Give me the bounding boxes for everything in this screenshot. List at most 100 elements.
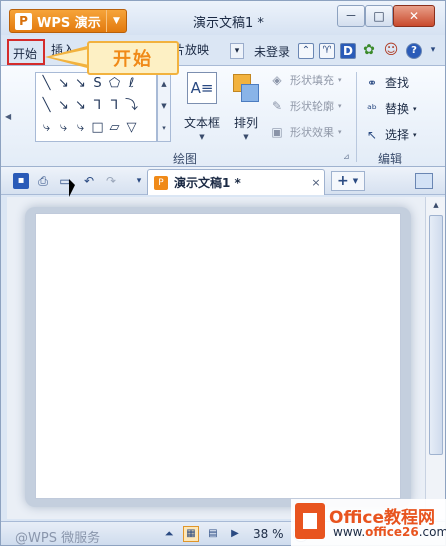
replace-button[interactable]: ᵃᵇ 替换 ▾ xyxy=(364,100,417,117)
application-window: P WPS 演示 ▼ 演示文稿1 * － □ ✕ 开始 插入 片放映 ▾ 未登录… xyxy=(0,0,446,546)
gallery-scroll[interactable]: ▲ ▼ ▾ xyxy=(157,72,171,142)
tab-home[interactable]: 开始 xyxy=(7,39,45,65)
quick-access-bar: ▪ ⎙ ▭ ↶ ↷ ▾ P 演示文稿1 * × + ▼ xyxy=(1,167,445,195)
shape-elbow-arrow-icon[interactable]: ⅂ xyxy=(106,95,123,117)
shape-curved-arrow-icon[interactable]: ⤷ xyxy=(55,117,72,139)
shape-empty-cell xyxy=(140,73,157,95)
app-name: WPS 演示 xyxy=(37,15,101,31)
print-icon[interactable]: ⎙ xyxy=(35,173,51,189)
tab-overflow-button[interactable]: ▾ xyxy=(230,43,244,59)
minimize-button[interactable]: － xyxy=(337,5,365,27)
new-tab-button[interactable]: + ▼ xyxy=(331,171,365,191)
slide-frame xyxy=(25,207,411,507)
office-logo-icon xyxy=(295,503,325,539)
shape-effect-button[interactable]: ▣ 形状效果 ▾ xyxy=(269,124,342,140)
paint-bucket-icon: ◈ xyxy=(272,73,282,87)
chevron-down-icon: ▾ xyxy=(413,130,417,139)
login-status[interactable]: 未登录 xyxy=(254,43,290,60)
shape-curved-double-arrow-icon[interactable]: ⤷ xyxy=(72,117,89,139)
arrange-label: 排列 xyxy=(233,116,258,130)
shape-line-icon[interactable]: ╲ xyxy=(38,73,55,95)
shapes-gallery[interactable]: ╲ ↘ ↘ S ⬠ ℓ ╲ ↘ ↘ ⅂ ⅂ ⤵ ⤷ ⤷ ⤷ □ ▱ ▽ xyxy=(35,72,157,142)
help-icon[interactable]: ? xyxy=(406,43,422,59)
brand-url-suffix: .com xyxy=(418,525,446,539)
user-icon[interactable]: ☺ xyxy=(383,43,399,59)
close-button[interactable]: ✕ xyxy=(393,5,435,27)
tutorial-callout: 开始 xyxy=(87,41,179,75)
cursor-arrow-icon: ↖ xyxy=(366,127,378,142)
dialog-launcher-icon[interactable]: ⊿ xyxy=(343,152,350,161)
brand-url-highlight: office26 xyxy=(365,525,419,539)
shape-empty-cell xyxy=(140,117,157,139)
normal-view-icon[interactable]: ▦ xyxy=(183,526,199,542)
shape-rectangle-icon[interactable]: □ xyxy=(89,117,106,139)
select-label: 选择 xyxy=(385,128,410,142)
undo-icon[interactable]: ↶ xyxy=(81,173,97,189)
shape-curved-connector-icon[interactable]: ⤷ xyxy=(38,117,55,139)
customize-toolbar-icon[interactable]: ▾ xyxy=(131,173,147,189)
scrollbar-thumb[interactable] xyxy=(429,215,443,455)
scroll-up-icon[interactable]: ▲ xyxy=(426,197,446,213)
scroll-up-icon[interactable]: ▲ xyxy=(158,73,170,95)
shape-line-icon[interactable]: ╲ xyxy=(38,95,55,117)
slide-canvas[interactable] xyxy=(35,213,401,499)
window-layout-icon[interactable] xyxy=(415,173,433,189)
shape-outline-label: 形状轮廓 xyxy=(290,100,334,113)
chevron-down-icon[interactable]: ▾ xyxy=(425,43,441,59)
scroll-down-icon[interactable]: ▼ xyxy=(158,95,170,117)
mouse-cursor-icon xyxy=(69,179,75,197)
select-button[interactable]: ↖ 选择 ▾ xyxy=(364,126,417,143)
brand-url: www.office26.com xyxy=(333,525,446,539)
shape-double-arrow-icon[interactable]: ↘ xyxy=(72,95,89,117)
vertical-scrollbar[interactable]: ▲ xyxy=(425,197,445,519)
close-tab-icon[interactable]: × xyxy=(308,176,324,189)
textbox-label: 文本框 xyxy=(183,116,220,130)
gallery-expand-icon[interactable]: ▾ xyxy=(158,117,170,139)
document-title: 演示文稿1 * xyxy=(193,16,264,31)
shape-scribble-icon[interactable]: ℓ xyxy=(123,73,140,95)
shape-fill-button[interactable]: ◈ 形状填充 ▾ xyxy=(269,72,342,88)
wps-app-menu-button[interactable]: P WPS 演示 ▼ xyxy=(9,9,127,33)
feedback-bug-icon[interactable]: ✿ xyxy=(361,43,377,59)
chevron-down-icon: ▼ xyxy=(352,177,359,185)
chevron-down-icon: ▾ xyxy=(338,128,342,136)
maximize-button[interactable]: □ xyxy=(365,5,393,27)
redo-icon[interactable]: ↷ xyxy=(103,173,119,189)
slide-sorter-icon[interactable]: ▤ xyxy=(205,526,221,542)
ribbon-panel: ◀ ╲ ↘ ↘ S ⬠ ℓ ╲ ↘ ↘ ⅂ ⅂ ⤵ ⤷ ⤷ ⤷ □ ▱ ▽ ▲ … xyxy=(1,65,445,167)
ribbon-separator xyxy=(356,72,357,162)
replace-label: 替换 xyxy=(385,102,410,116)
chevron-down-icon: ▼ xyxy=(199,133,205,141)
document-tab[interactable]: P 演示文稿1 * × xyxy=(147,169,325,195)
play-slideshow-icon[interactable]: ▶ xyxy=(227,526,243,542)
textbox-icon: A≡ xyxy=(187,72,217,104)
skin-shirt-icon[interactable]: ♈ xyxy=(319,43,335,59)
shape-arrow-icon[interactable]: ↘ xyxy=(55,73,72,95)
shape-trapezoid-icon[interactable]: ▽ xyxy=(123,117,140,139)
shape-arrow-icon[interactable]: ↘ xyxy=(55,95,72,117)
collapse-ribbon-icon[interactable]: ⌃ xyxy=(298,43,314,59)
brand-url-prefix: www. xyxy=(333,525,366,539)
chevron-down-icon: ▾ xyxy=(338,76,342,84)
shape-curve-icon[interactable]: S xyxy=(89,73,106,95)
textbox-button[interactable]: A≡ 文本框 ▼ xyxy=(181,72,223,141)
shape-double-arrow-icon[interactable]: ↘ xyxy=(72,73,89,95)
group-label-drawing: 绘图 xyxy=(173,152,198,166)
presentation-file-icon: P xyxy=(154,175,168,190)
chevron-down-icon: ▾ xyxy=(338,102,342,110)
chevron-down-icon: ▾ xyxy=(413,104,417,113)
slide-workspace xyxy=(7,197,425,519)
arrange-button[interactable]: 排列 ▼ xyxy=(229,72,263,141)
scroll-left-icon[interactable]: ◀ xyxy=(5,112,11,121)
notes-toggle-icon[interactable]: ⏶ xyxy=(161,526,177,542)
save-icon[interactable]: ▪ xyxy=(13,173,29,189)
shape-elbow-connector-icon[interactable]: ⅂ xyxy=(89,95,106,117)
find-button[interactable]: ⚭ 查找 xyxy=(364,74,409,91)
shape-outline-button[interactable]: ✎ 形状轮廓 ▾ xyxy=(269,98,342,114)
shape-parallelogram-icon[interactable]: ▱ xyxy=(106,117,123,139)
callout-pointer-fill xyxy=(51,49,89,65)
chevron-down-icon[interactable]: ▼ xyxy=(106,10,126,32)
docer-d-icon[interactable]: D xyxy=(340,43,356,59)
shape-elbow-double-arrow-icon[interactable]: ⤵ xyxy=(123,95,140,117)
shape-freeform-icon[interactable]: ⬠ xyxy=(106,73,123,95)
